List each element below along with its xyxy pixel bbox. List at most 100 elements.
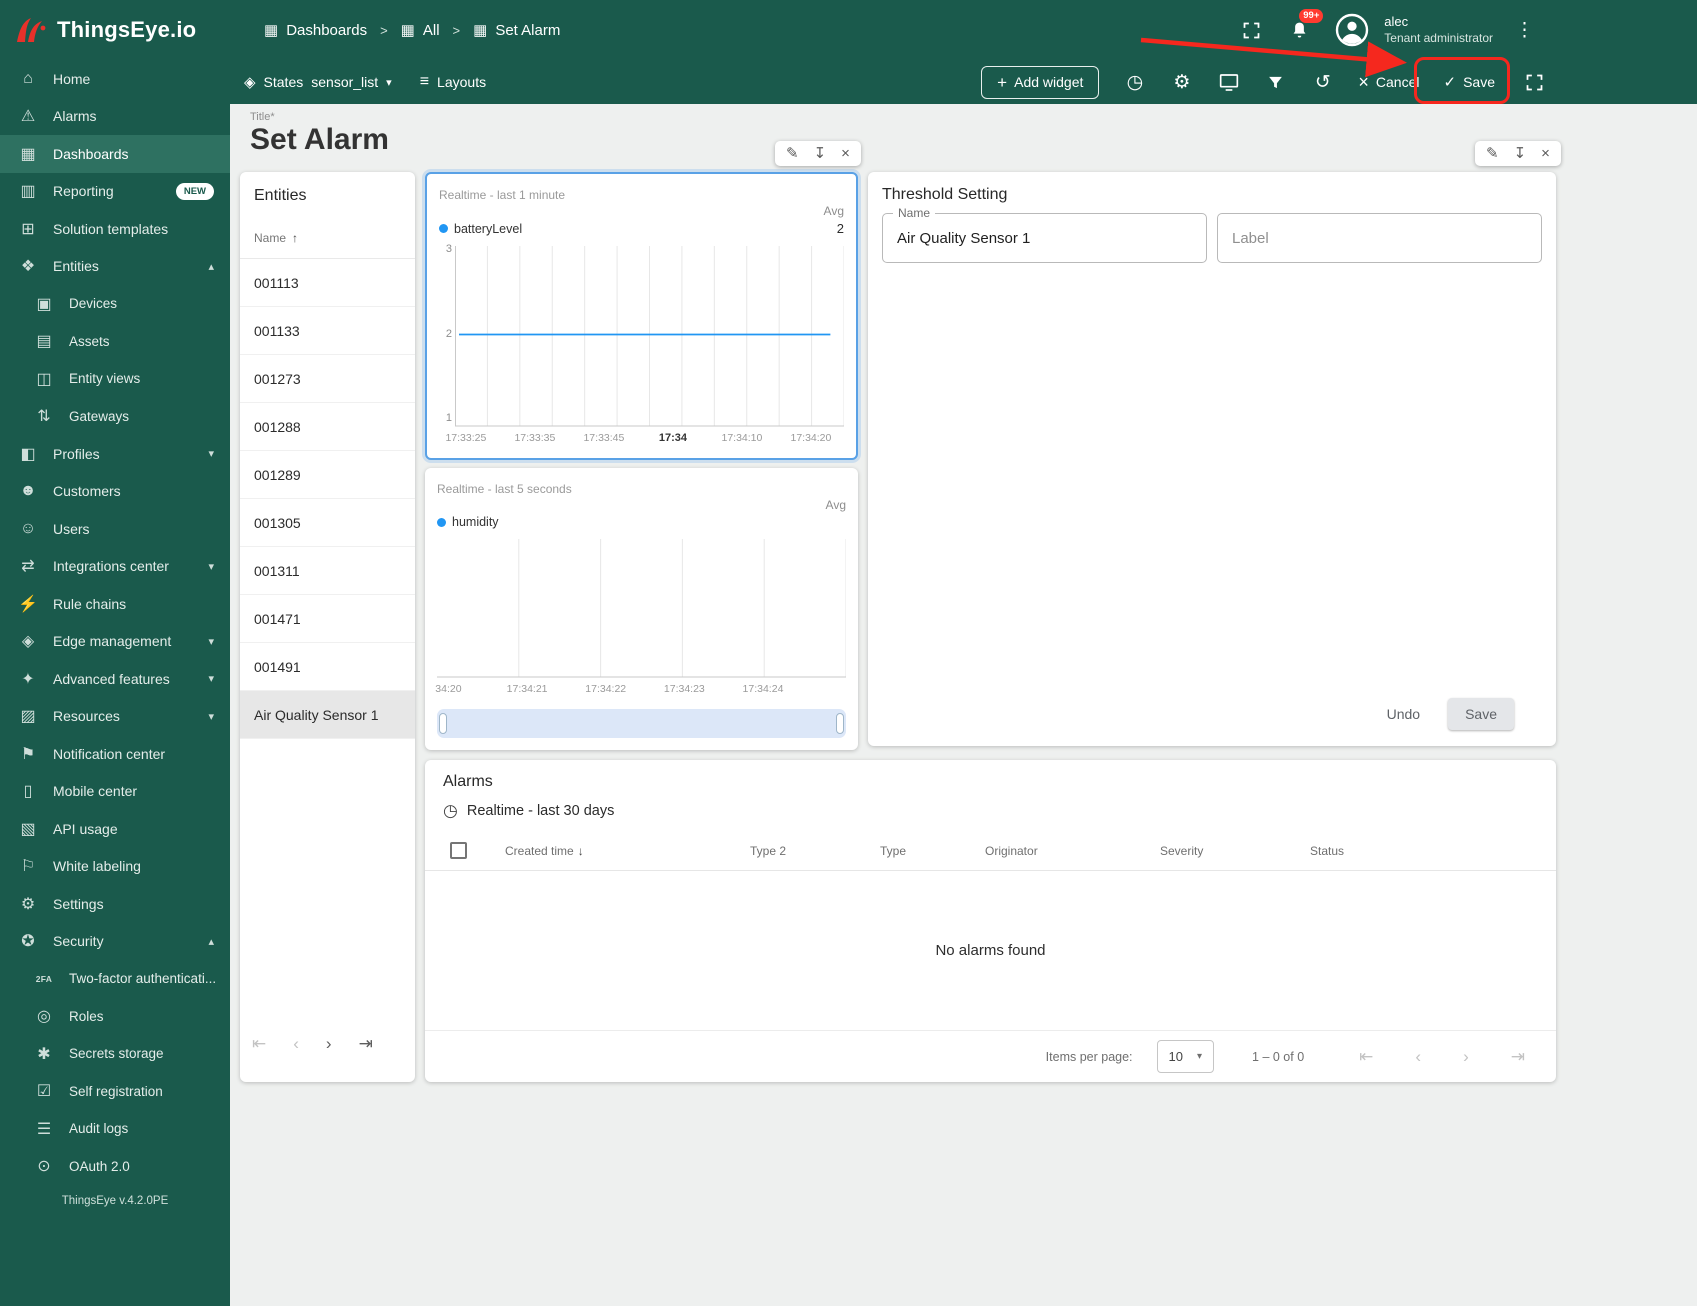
sidebar-item-secrets-storage[interactable]: ✱ Secrets storage xyxy=(0,1035,230,1073)
first-page-icon[interactable]: ⇤ xyxy=(252,1035,266,1052)
alarms-footer: Items per page: 10 ▾ 1 – 0 of 0 ⇤ ‹ › ⇥ xyxy=(425,1030,1556,1082)
sidebar-item-profiles[interactable]: ◧ Profiles ▾ xyxy=(0,435,230,473)
column-header-type[interactable]: Type xyxy=(880,844,985,858)
toolbar-fullscreen-icon[interactable] xyxy=(1521,69,1547,95)
sidebar-item-solution-templates[interactable]: ⊞ Solution templates xyxy=(0,210,230,248)
entity-row[interactable]: 001273 xyxy=(240,355,415,403)
battery-chart-widget[interactable]: Realtime - last 1 minute Avg batteryLeve… xyxy=(425,172,858,460)
first-page-icon[interactable]: ⇤ xyxy=(1359,1048,1373,1065)
sidebar-item-rule-chains[interactable]: ⚡ Rule chains xyxy=(0,585,230,623)
sidebar-item-audit-logs[interactable]: ☰ Audit logs xyxy=(0,1110,230,1148)
column-header-type-2[interactable]: Type 2 xyxy=(750,844,880,858)
entity-row[interactable]: Air Quality Sensor 1 xyxy=(240,691,415,739)
version-history-icon[interactable]: ↺ xyxy=(1299,71,1346,94)
kebab-menu-icon[interactable]: ⋮ xyxy=(1515,19,1534,42)
last-page-icon[interactable]: ⇥ xyxy=(1511,1048,1525,1065)
sidebar-item-assets[interactable]: ▤ Assets xyxy=(0,323,230,361)
breadcrumb-item[interactable]: ▦ Set Alarm xyxy=(473,21,560,40)
save-button[interactable]: ✓ Save xyxy=(1432,68,1508,96)
legend-item[interactable]: batteryLevel xyxy=(439,222,522,236)
timewindow-clock-icon[interactable]: ◷ xyxy=(1111,71,1158,94)
user-info[interactable]: alec Tenant administrator xyxy=(1384,14,1493,46)
entity-row[interactable]: 001305 xyxy=(240,499,415,547)
sidebar-item-reporting[interactable]: ▥ Reporting NEW xyxy=(0,173,230,211)
close-widget-icon[interactable]: × xyxy=(841,146,850,161)
column-header-created-time[interactable]: Created time ↓ xyxy=(505,844,750,858)
dashboard-title[interactable]: Set Alarm xyxy=(250,123,389,157)
settings-gear-icon[interactable]: ⚙ xyxy=(1158,71,1205,94)
entity-row[interactable]: 001491 xyxy=(240,643,415,691)
sidebar-item-resources[interactable]: ▨ Resources ▾ xyxy=(0,698,230,736)
range-selector[interactable] xyxy=(437,709,846,738)
sidebar-item-devices[interactable]: ▣ Devices xyxy=(0,285,230,323)
add-widget-button[interactable]: + Add widget xyxy=(981,65,1100,99)
column-header-severity[interactable]: Severity xyxy=(1160,844,1310,858)
humidity-chart-widget[interactable]: Realtime - last 5 seconds Avg humidity 3… xyxy=(425,468,858,750)
items-per-page-select[interactable]: 10 ▾ xyxy=(1156,1040,1215,1073)
layouts-button[interactable]: ≡ Layouts xyxy=(420,73,486,91)
entity-row[interactable]: 001311 xyxy=(240,547,415,595)
breadcrumb-item[interactable]: ▦ Dashboards xyxy=(264,21,367,40)
next-page-icon[interactable]: › xyxy=(326,1035,332,1052)
entity-row[interactable]: 001289 xyxy=(240,451,415,499)
sidebar-item-entities[interactable]: ❖ Entities ▴ xyxy=(0,248,230,286)
sidebar-item-two-factor-authentication[interactable]: 2FA Two-factor authenticati... xyxy=(0,960,230,998)
entities-name-column-header[interactable]: Name ↑ xyxy=(240,217,415,259)
entity-row[interactable]: 001288 xyxy=(240,403,415,451)
fullscreen-icon[interactable] xyxy=(1238,17,1264,43)
label-field[interactable]: Label xyxy=(1217,213,1542,263)
sidebar-item-security[interactable]: ✪ Security ▴ xyxy=(0,923,230,961)
edit-pencil-icon[interactable]: ✎ xyxy=(786,146,799,161)
edit-pencil-icon[interactable]: ✎ xyxy=(1486,146,1499,161)
cancel-button[interactable]: × Cancel xyxy=(1346,67,1431,97)
range-handle-left[interactable] xyxy=(439,713,447,734)
sidebar-item-mobile-center[interactable]: ▯ Mobile center xyxy=(0,773,230,811)
threshold-save-button[interactable]: Save xyxy=(1448,698,1514,730)
notifications-bell-icon[interactable]: 99+ xyxy=(1286,9,1324,43)
sidebar-item-home[interactable]: ⌂ Home xyxy=(0,60,230,98)
logo[interactable]: ThingsEye.io xyxy=(14,15,230,45)
entity-row[interactable]: 001113 xyxy=(240,259,415,307)
sidebar-item-api-usage[interactable]: ▧ API usage xyxy=(0,810,230,848)
column-header-originator[interactable]: Originator xyxy=(985,844,1160,858)
sidebar-item-customers[interactable]: ☻ Customers xyxy=(0,473,230,511)
sidebar-item-entity-views[interactable]: ◫ Entity views xyxy=(0,360,230,398)
sidebar-item-settings[interactable]: ⚙ Settings xyxy=(0,885,230,923)
legend-series-name: humidity xyxy=(452,515,499,529)
column-header-status[interactable]: Status xyxy=(1310,844,1556,858)
entity-row[interactable]: 001471 xyxy=(240,595,415,643)
range-handle-right[interactable] xyxy=(836,713,844,734)
sidebar-item-users[interactable]: ☺ Users xyxy=(0,510,230,548)
sidebar-item-label: Alarms xyxy=(53,108,97,125)
alarms-timewindow-button[interactable]: ◷ Realtime - last 30 days xyxy=(425,791,1556,831)
sidebar-item-gateways[interactable]: ⇅ Gateways xyxy=(0,398,230,436)
states-selector[interactable]: ◈ States sensor_list ▾ xyxy=(244,73,392,91)
download-icon[interactable]: ↧ xyxy=(814,146,827,161)
sidebar-item-advanced-features[interactable]: ✦ Advanced features ▾ xyxy=(0,660,230,698)
select-all-checkbox[interactable] xyxy=(450,842,467,859)
sidebar-item-label: Entities xyxy=(53,258,99,275)
sidebar-item-self-registration[interactable]: ☑ Self registration xyxy=(0,1073,230,1111)
sidebar-item-alarms[interactable]: ⚠ Alarms xyxy=(0,98,230,136)
prev-page-icon[interactable]: ‹ xyxy=(293,1035,299,1052)
download-icon[interactable]: ↧ xyxy=(1514,146,1527,161)
sidebar-item-notification-center[interactable]: ⚑ Notification center xyxy=(0,735,230,773)
undo-button[interactable]: Undo xyxy=(1387,706,1420,722)
entity-aliases-icon[interactable] xyxy=(1205,73,1252,92)
sidebar-item-roles[interactable]: ◎ Roles xyxy=(0,998,230,1036)
next-page-icon[interactable]: › xyxy=(1463,1048,1469,1065)
avatar[interactable] xyxy=(1334,12,1370,48)
sidebar-item-dashboards[interactable]: ▦ Dashboards xyxy=(0,135,230,173)
breadcrumb-item[interactable]: ▦ All xyxy=(401,21,440,40)
sidebar-item-integrations-center[interactable]: ⇄ Integrations center ▾ xyxy=(0,548,230,586)
close-widget-icon[interactable]: × xyxy=(1541,146,1550,161)
name-field[interactable]: Name Air Quality Sensor 1 xyxy=(882,206,1207,263)
prev-page-icon[interactable]: ‹ xyxy=(1415,1048,1421,1065)
filters-icon[interactable] xyxy=(1252,74,1299,91)
legend-item[interactable]: humidity xyxy=(437,515,499,529)
sidebar-item-oauth-2[interactable]: ⊙ OAuth 2.0 xyxy=(0,1148,230,1186)
sidebar-item-white-labeling[interactable]: ⚐ White labeling xyxy=(0,848,230,886)
sidebar-item-edge-management[interactable]: ◈ Edge management ▾ xyxy=(0,623,230,661)
entity-row[interactable]: 001133 xyxy=(240,307,415,355)
last-page-icon[interactable]: ⇥ xyxy=(359,1035,373,1052)
